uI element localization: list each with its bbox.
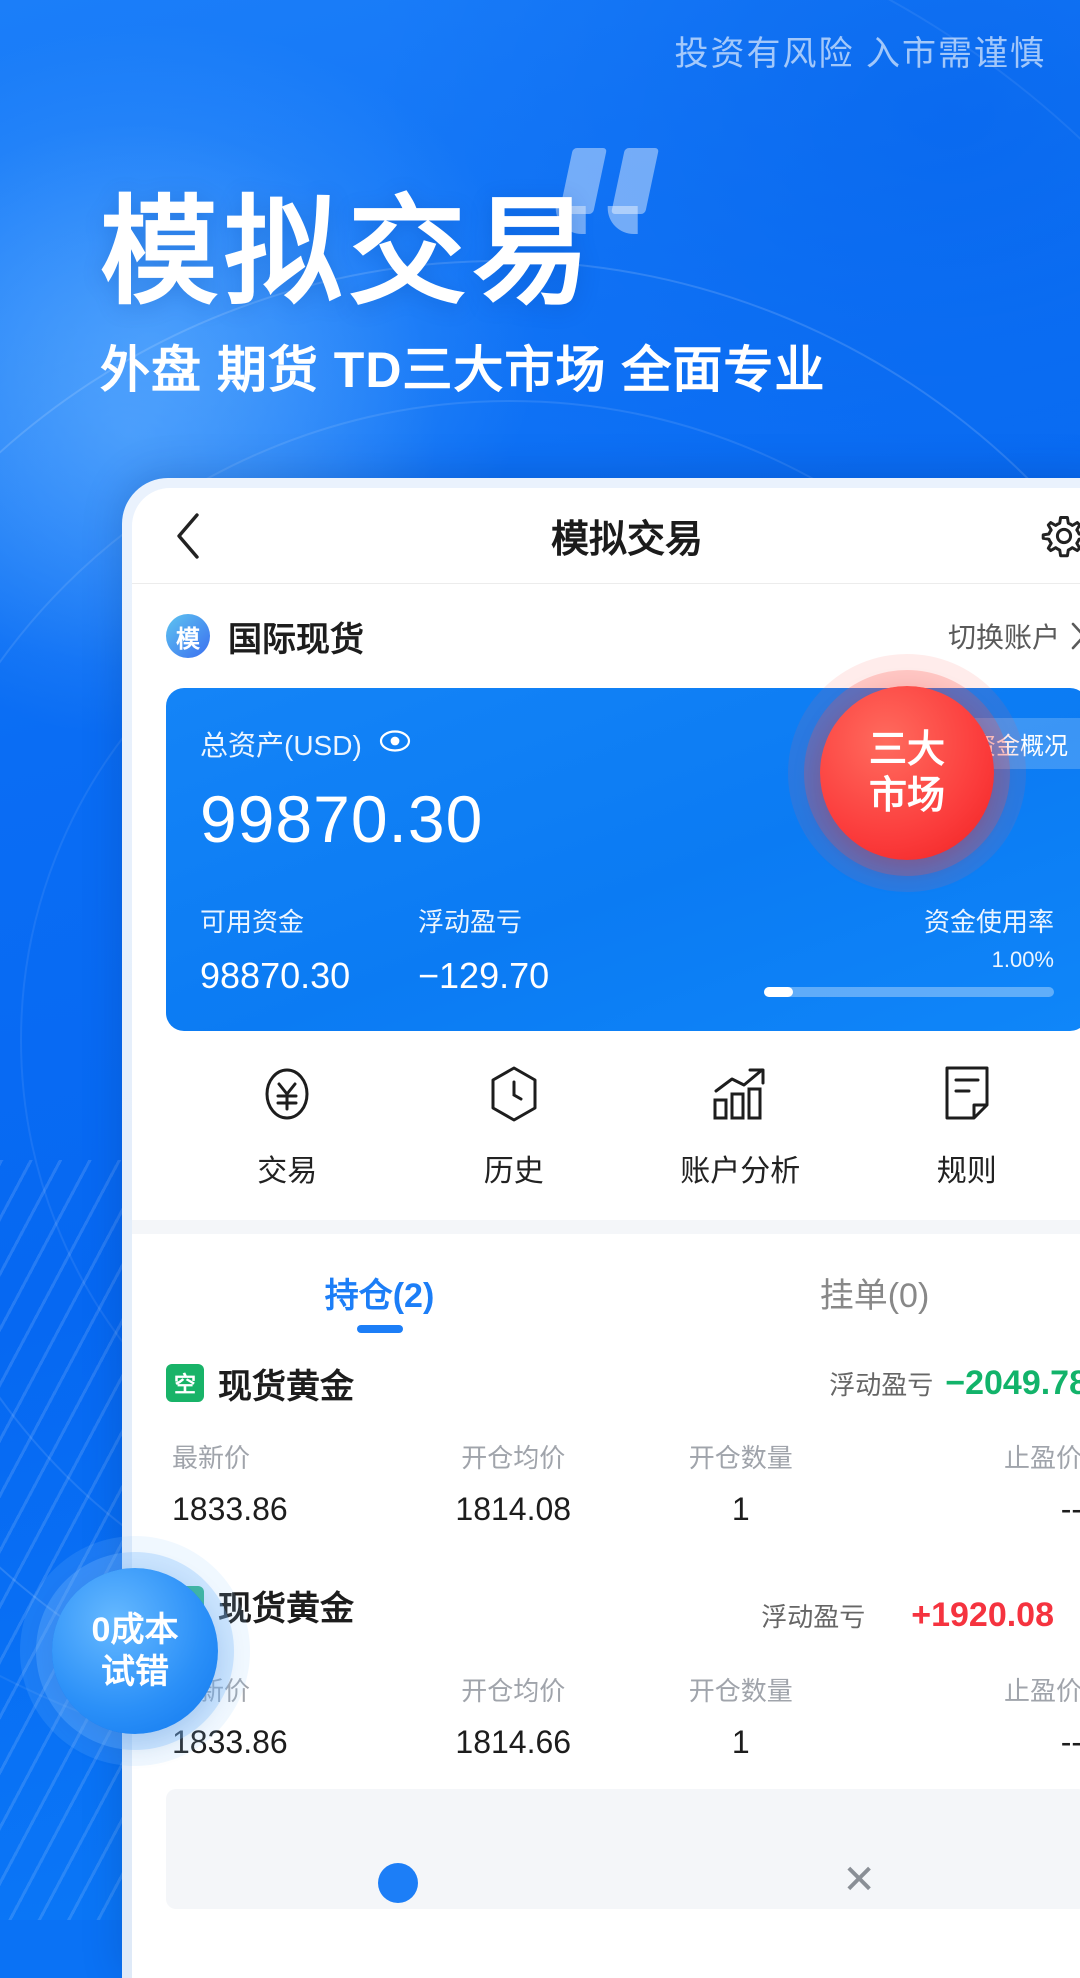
floating-pnl-value: −129.70 [418,955,688,997]
column-header: 开仓数量 [627,1438,855,1475]
yen-coin-icon [260,1065,314,1128]
page-subtitle: 外盘 期货 TD三大市场 全面专业 [100,330,825,402]
position-col: 开仓数量 1 [627,1671,855,1761]
position-col: 最新价 1833.86 [166,1438,400,1528]
badge-red-line2: 市场 [869,775,945,817]
bar-chart-arrow-icon [710,1065,770,1128]
column-value: 1 [627,1491,855,1528]
column-header: 止盈价 [855,1671,1080,1708]
page-title: 模拟交易 [100,190,596,317]
quick-action-history[interactable]: 历史 [401,1065,628,1190]
instrument-name: 现货黄金 [218,1581,354,1630]
column-header: 开仓均价 [400,1438,628,1475]
position-pnl-value: −2049.78 [945,1364,1080,1403]
position-row[interactable]: 空 现货黄金 浮动盈亏 −2049.78 最新价 1833.86 开仓均价 18… [132,1333,1080,1534]
fund-usage-progressbar [764,987,1054,997]
column-header: 止盈价 [855,1438,1080,1475]
quick-action-analysis[interactable]: 账户分析 [627,1065,854,1190]
column-value: 1833.86 [172,1491,400,1528]
tab-positions[interactable]: 持仓(2) [132,1268,627,1333]
column-value: -- [855,1724,1080,1761]
quick-action-label: 账户分析 [680,1146,800,1190]
floating-pnl-label: 浮动盈亏 [418,902,688,939]
row-divider [132,1534,1080,1544]
position-pnl-label: 浮动盈亏 [761,1597,865,1634]
quick-action-trade[interactable]: 交易 [174,1065,401,1190]
fund-usage-percent: 1.00% [764,947,1054,973]
switch-account-label: 切换账户 [948,616,1060,656]
position-col: 开仓均价 1814.08 [400,1438,628,1528]
fund-usage-rate: 资金使用率 1.00% [764,902,1054,997]
column-value: -- [855,1491,1080,1528]
column-value: 1 [627,1724,855,1761]
quick-action-label: 历史 [484,1146,544,1190]
gear-icon[interactable] [1040,512,1080,560]
chevron-right-icon [1070,621,1080,651]
floating-pnl-stat: 浮动盈亏 −129.70 [418,902,688,997]
account-row[interactable]: 模 国际现货 切换账户 [132,584,1080,688]
column-value: 1833.86 [172,1724,400,1761]
document-rules-icon [942,1065,992,1128]
badge-blue-line2: 试错 [101,1653,169,1691]
position-tabs: 持仓(2) 挂单(0) [132,1234,1080,1333]
tab-pending-orders[interactable]: 挂单(0) [627,1268,1080,1333]
column-value: 1814.08 [400,1491,628,1528]
badge-zero-cost: 0成本 试错 [52,1568,218,1734]
position-pnl: 浮动盈亏 −2049.78 [829,1364,1080,1403]
badge-three-markets: 三大 市场 [820,686,994,860]
position-row[interactable]: 空 现货黄金 浮动盈亏 +1920.08 最新价 1833.86 开仓均价 18… [132,1544,1080,1767]
available-funds-label: 可用资金 [200,902,418,939]
available-funds-value: 98870.30 [200,955,418,997]
badge-blue-line1: 0成本 [92,1611,179,1649]
toolbar-dot-icon[interactable] [378,1863,418,1903]
progress-fill [764,987,793,997]
app-title: 模拟交易 [132,508,1080,563]
position-header: 空 现货黄金 浮动盈亏 −2049.78 [166,1359,1080,1408]
position-columns: 最新价 1833.86 开仓均价 1814.08 开仓数量 1 止盈价 -- [166,1438,1080,1528]
position-pnl-value: +1920.08 [877,1570,1080,1641]
risk-disclaimer: 投资有风险 入市需谨慎 [675,26,1046,75]
eye-icon[interactable] [378,729,412,758]
asset-stats: 可用资金 98870.30 浮动盈亏 −129.70 资金使用率 1.00% [200,902,1054,997]
quick-action-rules[interactable]: 规则 [854,1065,1080,1190]
position-col: 止盈价 -- [855,1438,1080,1528]
account-name: 国际现货 [228,612,364,661]
position-col: 止盈价 -- [855,1671,1080,1761]
quick-action-label: 交易 [257,1146,317,1190]
column-header: 开仓数量 [627,1671,855,1708]
clock-hexagon-icon [487,1065,541,1128]
quick-actions: 交易 历史 [132,1031,1080,1234]
position-pnl: 浮动盈亏 +1920.08 [761,1570,1080,1641]
position-columns: 最新价 1833.86 开仓均价 1814.66 开仓数量 1 止盈价 -- [166,1671,1080,1761]
direction-badge: 空 [166,1364,204,1402]
position-header: 空 现货黄金 浮动盈亏 +1920.08 [166,1570,1080,1641]
instrument-name: 现货黄金 [218,1359,354,1408]
bottom-toolbar: ✕ [166,1789,1080,1909]
toolbar-close-icon[interactable]: ✕ [842,1857,876,1903]
available-funds-stat: 可用资金 98870.30 [200,902,418,997]
simulation-badge: 模 [166,614,210,658]
position-col: 开仓均价 1814.66 [400,1671,628,1761]
fund-usage-label: 资金使用率 [764,902,1054,939]
switch-account-button[interactable]: 切换账户 [948,616,1080,656]
chevron-left-icon[interactable] [166,514,210,558]
badge-red-line1: 三大 [869,729,945,771]
position-pnl-label: 浮动盈亏 [829,1365,933,1402]
app-header: 模拟交易 [132,488,1080,584]
column-header: 开仓均价 [400,1671,628,1708]
total-assets-label: 总资产(USD) [200,724,362,764]
column-value: 1814.66 [400,1724,628,1761]
column-header: 最新价 [172,1438,400,1475]
position-col: 开仓数量 1 [627,1438,855,1528]
quick-action-label: 规则 [937,1146,997,1190]
